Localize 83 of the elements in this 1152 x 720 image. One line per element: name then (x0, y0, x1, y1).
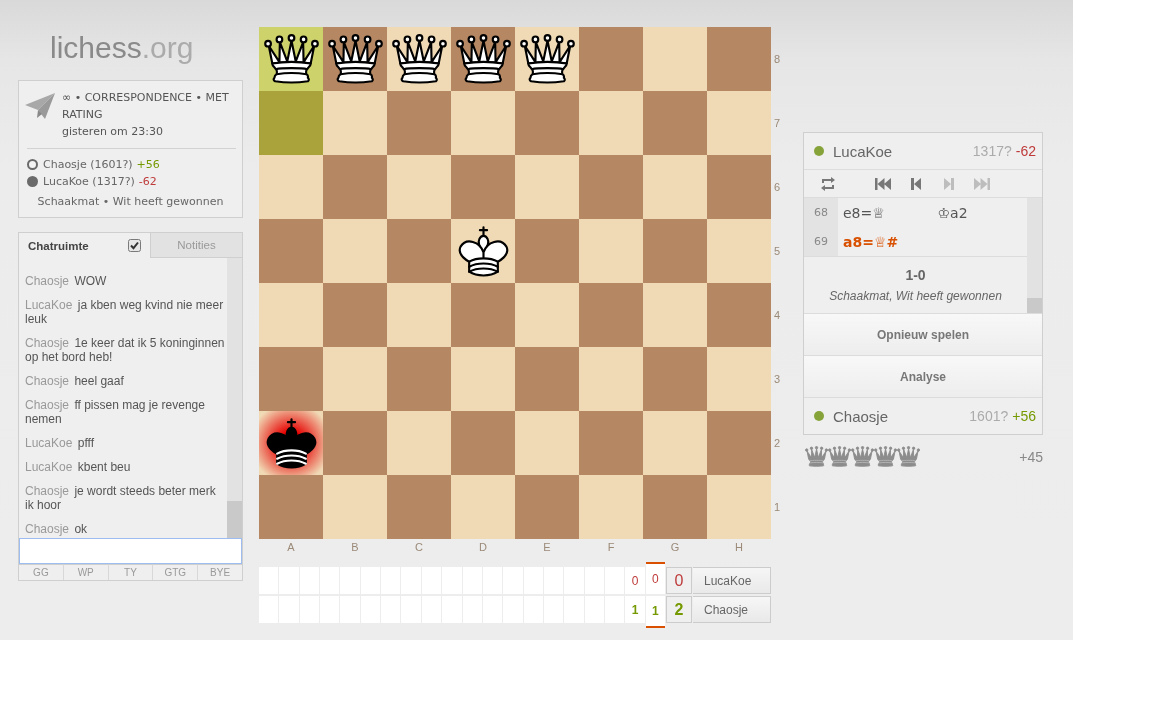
chat-message: LucaKoe ja kben weg kvind nie meer leuk (25, 298, 225, 326)
chat-message: Chaosje ok (25, 522, 89, 536)
preset-button[interactable]: GTG (152, 564, 198, 580)
file-label: F (607, 541, 615, 553)
queen-icon[interactable] (519, 34, 575, 84)
chat-message: Chaosje 1e keer dat ik 5 koninginnen op het bord heb! (25, 336, 225, 364)
result-text: Schaakmat, Wit heeft gewonnen (829, 289, 1002, 303)
queen-icon[interactable] (455, 34, 511, 84)
game-result[interactable]: 1 (625, 596, 645, 623)
rating-change: -62 (138, 175, 157, 188)
preset-button[interactable]: TY (107, 564, 153, 580)
chat-message: Chaosje je wordt steeds beter merk ik hoor (25, 484, 217, 512)
tab[interactable]: Notities (150, 233, 242, 258)
game-status: Schaakmat • Wit heeft gewonnen (36, 194, 225, 210)
file-label: D (479, 541, 487, 553)
player-rating: 1601? (969, 408, 1009, 424)
logo[interactable]: lichess.org (50, 31, 194, 64)
rank-label: 1 (774, 501, 781, 513)
file-label: B (351, 541, 359, 553)
player-name[interactable]: Chaosje (833, 407, 889, 425)
file-label: E (543, 541, 551, 553)
chat-message: LucaKoe pfff (25, 436, 95, 450)
board-square[interactable] (323, 27, 387, 91)
rank-label: 5 (774, 245, 781, 257)
king-icon[interactable] (456, 225, 510, 277)
board-square[interactable] (451, 27, 515, 91)
queen-icon[interactable] (327, 34, 383, 84)
skip-forward-icon (974, 177, 990, 190)
board-square[interactable] (515, 27, 579, 91)
scrollbar[interactable] (1027, 198, 1042, 313)
player-name[interactable]: LucaKoe (1317?) (43, 175, 135, 188)
board-square[interactable] (259, 27, 323, 91)
file-label: H (735, 541, 743, 553)
move[interactable]: ♔a2 (937, 204, 968, 221)
player-name[interactable]: Chaosje (693, 596, 771, 623)
material-advantage: +45 (1019, 448, 1043, 465)
rank-label: 4 (774, 309, 781, 321)
player-rating: 1317? (972, 143, 1012, 159)
rank-label: 3 (774, 373, 781, 385)
paper-plane-icon (25, 93, 55, 119)
queen-icon[interactable] (391, 34, 447, 84)
rank-label: 2 (774, 437, 781, 449)
king-icon[interactable] (264, 417, 318, 469)
rank-label: 7 (774, 117, 781, 129)
move-number: 69 (804, 227, 838, 256)
chat-message: Chaosje heel gaaf (25, 374, 125, 388)
preset-button[interactable]: BYE (197, 564, 242, 580)
move-number: 68 (804, 198, 838, 227)
score-total: 2 (666, 596, 692, 623)
score-total: 0 (666, 567, 692, 594)
file-label: C (415, 541, 423, 553)
rating-change: -62 (1015, 143, 1036, 159)
board-square[interactable] (259, 411, 323, 475)
board-square[interactable] (387, 27, 451, 91)
chat-message: Chaosje WOW (25, 274, 108, 288)
checkbox[interactable] (128, 239, 141, 252)
move[interactable]: e8=♕ (843, 204, 885, 221)
move[interactable]: a8=♕# (843, 233, 899, 250)
chat-input-field[interactable] (19, 538, 242, 564)
file-label: A (287, 541, 295, 553)
queen-icon[interactable] (263, 34, 319, 84)
rating-change: +56 (136, 158, 160, 171)
chat-message: Chaosje ff pissen mag je revenge nemen (25, 398, 206, 426)
rating-change: +56 (1012, 408, 1036, 424)
preset-button[interactable]: WP (62, 564, 108, 580)
player-name[interactable]: LucaKoe (833, 142, 893, 160)
step-forward-icon (944, 177, 954, 190)
scrollbar[interactable] (227, 258, 242, 538)
skip-back-icon (875, 177, 891, 190)
step-back-icon (911, 177, 921, 190)
game-result[interactable]: 1 (645, 596, 665, 628)
file-label: G (670, 541, 680, 553)
player-name[interactable]: Chaosje (1601?) (43, 158, 133, 171)
chat-message: LucaKoe kbent beu (25, 460, 132, 474)
game-date: gisteren om 23:30 (62, 124, 164, 140)
board-square[interactable] (451, 219, 515, 283)
rank-label: 8 (774, 53, 781, 65)
player-name[interactable]: LucaKoe (693, 567, 771, 594)
game-result[interactable]: 0 (645, 562, 665, 594)
result-score: 1-0 (905, 267, 926, 283)
game-result[interactable]: 0 (625, 567, 645, 594)
rank-label: 6 (774, 181, 781, 193)
swap-arrows-icon (821, 176, 835, 191)
